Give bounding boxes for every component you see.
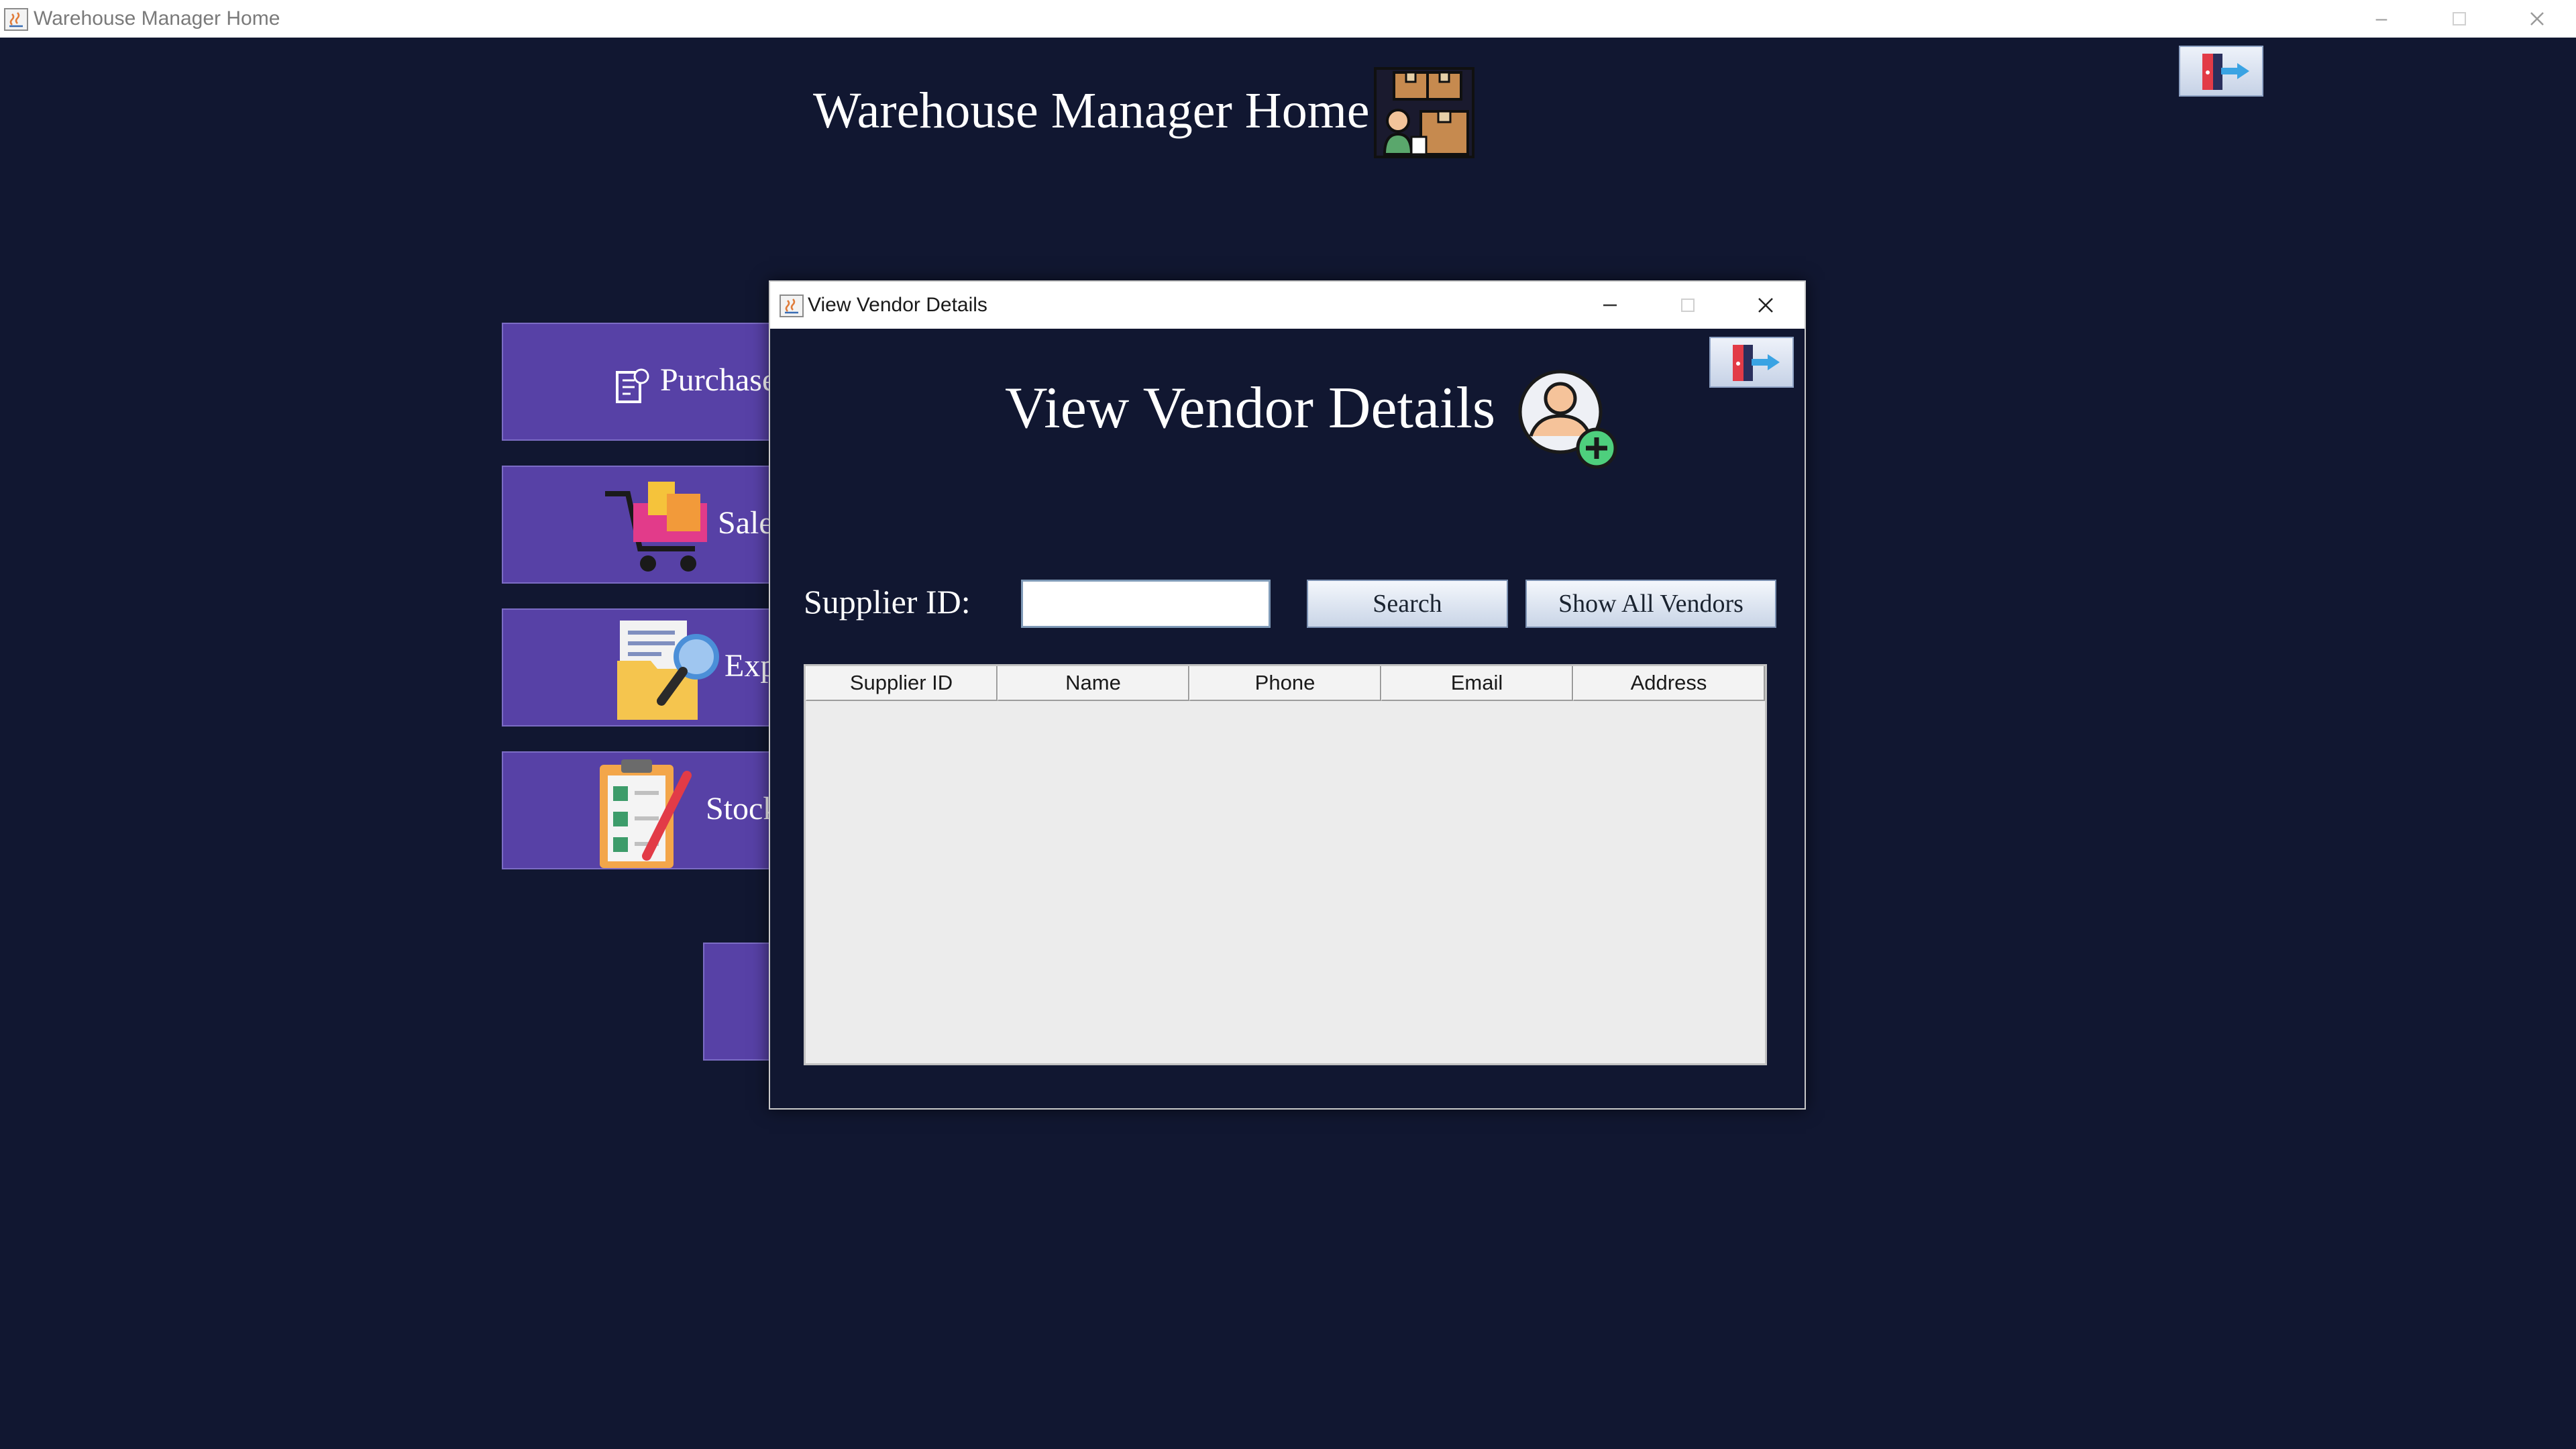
maximize-icon (2453, 12, 2466, 25)
dialog-titlebar: View Vendor Details (770, 282, 1805, 329)
close-icon (1758, 298, 1773, 313)
java-app-icon (4, 8, 28, 31)
menu-label-sales: Sales (718, 505, 769, 541)
dialog-maximize-button[interactable] (1649, 282, 1727, 329)
minimize-button[interactable]: – (2343, 0, 2420, 38)
column-header-email[interactable]: Email (1381, 666, 1573, 701)
logout-button[interactable] (2179, 46, 2263, 97)
column-header-name[interactable]: Name (998, 666, 1189, 701)
column-header-phone[interactable]: Phone (1189, 666, 1381, 701)
dialog-close-button[interactable] (1727, 282, 1805, 329)
sales-button[interactable]: Sales (502, 466, 770, 584)
shopping-cart-icon (605, 482, 707, 572)
purchase-bill-icon (616, 368, 649, 403)
column-header-supplier-id[interactable]: Supplier ID (806, 666, 998, 701)
maximize-button[interactable] (2420, 0, 2498, 38)
main-titlebar: Warehouse Manager Home – (0, 0, 2576, 38)
logout-door-arrow-icon (1733, 345, 1780, 381)
search-button[interactable]: Search (1307, 580, 1508, 628)
clipboard-checklist-icon (600, 759, 692, 868)
java-app-icon (780, 294, 804, 317)
close-icon (2530, 12, 2544, 25)
menu-label-stock: Stock (706, 791, 769, 826)
add-user-icon (1518, 370, 1617, 469)
close-button[interactable] (2498, 0, 2576, 38)
warehouse-boxes-worker-icon (1374, 67, 1474, 158)
main-window-title: Warehouse Manager Home (34, 7, 280, 30)
menu-label-purchase: Purchase (660, 362, 770, 398)
supplier-id-input[interactable] (1021, 580, 1271, 628)
view-vendor-details-dialog: View Vendor Details View Vendor Details (769, 280, 1806, 1110)
show-all-vendors-button[interactable]: Show All Vendors (1525, 580, 1776, 628)
menu-label-expenses: Expenses (724, 648, 769, 684)
dialog-title: View Vendor Details (808, 294, 987, 316)
column-header-address[interactable]: Address (1573, 666, 1765, 701)
vendor-table[interactable]: Supplier ID Name Phone Email Address (804, 664, 1767, 1065)
table-header-row: Supplier ID Name Phone Email Address (806, 666, 1765, 701)
stock-button[interactable]: Stock (502, 751, 770, 869)
dialog-heading: View Vendor Details (1005, 376, 1496, 441)
logout-door-arrow-icon (2202, 54, 2249, 90)
supplier-id-label: Supplier ID: (804, 583, 971, 621)
menu-button-partial[interactable] (703, 943, 770, 1061)
folder-search-icon (617, 621, 719, 720)
dialog-logout-button[interactable] (1709, 337, 1794, 388)
maximize-icon (1681, 299, 1695, 312)
page-title: Warehouse Manager Home (813, 83, 1370, 139)
minimize-icon (1603, 304, 1617, 307)
expenses-button[interactable]: Expenses (502, 608, 770, 727)
purchase-button[interactable]: Purchase (502, 323, 770, 441)
dialog-minimize-button[interactable] (1571, 282, 1649, 329)
